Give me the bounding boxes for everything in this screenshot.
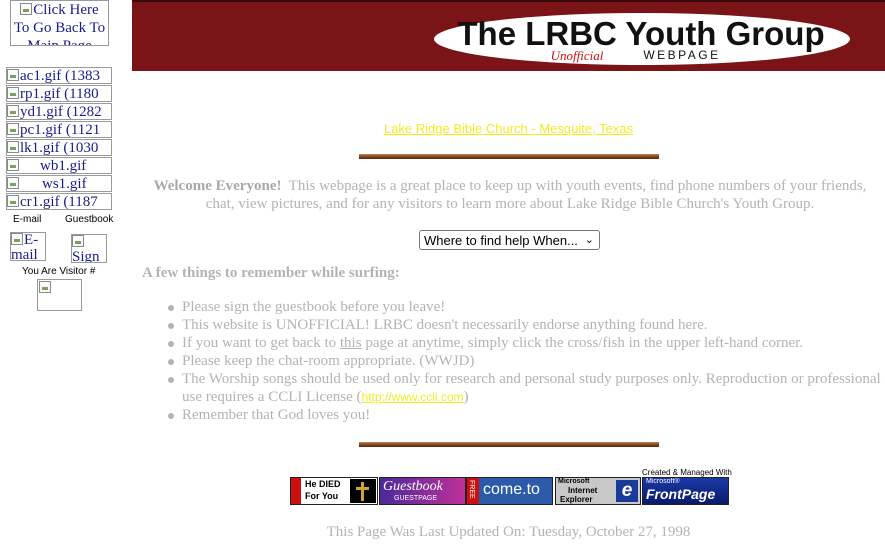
sidebar-nav-button[interactable]: ac1.gif (1383 [6,67,112,84]
ccli-link[interactable]: http://www.ccli.com [362,390,464,404]
divider-bar [359,154,659,159]
cross-icon [350,479,376,503]
frontpage-badge[interactable]: Microsoft® FrontPage [642,477,729,505]
welcome-heading: Welcome Everyone! [153,178,282,194]
sidebar-nav-button[interactable]: rp1.gif (1180 [6,85,112,102]
sidebar-nav-button[interactable]: pc1.gif (1121 [6,121,112,138]
help-select[interactable]: Where to find help When... ⌄ [419,230,600,250]
broken-image-icon [20,3,33,15]
svg-text:WEBPAGE: WEBPAGE [643,48,720,62]
chevron-down-icon: ⌄ [584,234,594,246]
tips-list: Please sign the guestbook before you lea… [168,298,882,424]
header-banner: The LRBC Youth Group Unofficial WEBPAGE [132,0,885,71]
broken-image-icon [7,87,19,99]
email-button[interactable]: E-mail [10,232,46,261]
last-updated-text: This Page Was Last Updated On: Tuesday, … [326,524,691,540]
svg-text:Unofficial: Unofficial [551,48,604,63]
list-item: Remember that God loves you! [168,406,882,424]
list-item: Please keep the chat-room appropriate. (… [168,352,882,370]
guestbook-badge[interactable]: Guestbook GUESTPAGE [379,477,466,505]
broken-image-icon [7,177,19,189]
sidebar: Click Here To Go Back To Main Page ac1.g… [0,0,120,560]
sidebar-nav-button[interactable]: wb1.gif [6,157,112,174]
visitor-counter-label: You Are Visitor # [22,266,96,277]
church-link[interactable]: Lake Ridge Bible Church - Mesquite, Texa… [132,121,885,136]
welcome-text: This webpage is a great place to keep up… [205,178,867,212]
sidebar-nav-button[interactable]: ws1.gif [6,175,112,192]
visitor-counter-image [37,279,82,311]
broken-image-icon [7,141,19,153]
broken-image-icon [7,123,19,135]
created-managed-label: Created & Managed With [642,468,732,477]
broken-image-icon [39,281,51,293]
svg-text:The LRBC Youth Group: The LRBC Youth Group [457,15,824,52]
sidebar-nav-button[interactable]: yd1.gif (1282 [6,103,112,120]
email-label: E-mail [13,214,42,225]
broken-image-icon [72,235,84,247]
this-link[interactable]: this [340,335,362,351]
broken-image-icon [7,69,19,81]
ie-logo-icon: e [616,480,638,502]
sign-guestbook-button[interactable]: Sign [71,234,107,263]
sidebar-nav-button[interactable]: lk1.gif (1030 [6,139,112,156]
come-to-badge[interactable]: FREE come.to [466,477,553,505]
list-item: This website is UNOFFICIAL! LRBC doesn't… [168,316,882,334]
remember-heading: A few things to remember while surfing: [142,265,400,281]
list-item: Please sign the guestbook before you lea… [168,298,882,316]
sidebar-nav-button[interactable]: cr1.gif (1187 [6,193,112,210]
broken-image-icon [7,159,19,171]
guestbook-label: Guestbook [65,214,114,225]
he-died-for-you-badge[interactable]: He DIED For You [290,477,378,505]
broken-image-icon [7,105,19,117]
list-item: If you want to get back to this page at … [168,334,882,352]
broken-image-icon [7,195,19,207]
list-item: The Worship songs should be used only fo… [168,371,881,405]
divider-bar [359,442,659,447]
welcome-paragraph: Welcome Everyone! This webpage is a grea… [152,177,868,213]
broken-image-icon [11,233,23,245]
lrbc-youth-group-logo: The LRBC Youth Group Unofficial WEBPAGE [434,13,850,65]
internet-explorer-badge[interactable]: Microsoft Internet Explorer e [555,477,641,505]
back-to-main-page-button[interactable]: Click Here To Go Back To Main Page [10,0,109,46]
